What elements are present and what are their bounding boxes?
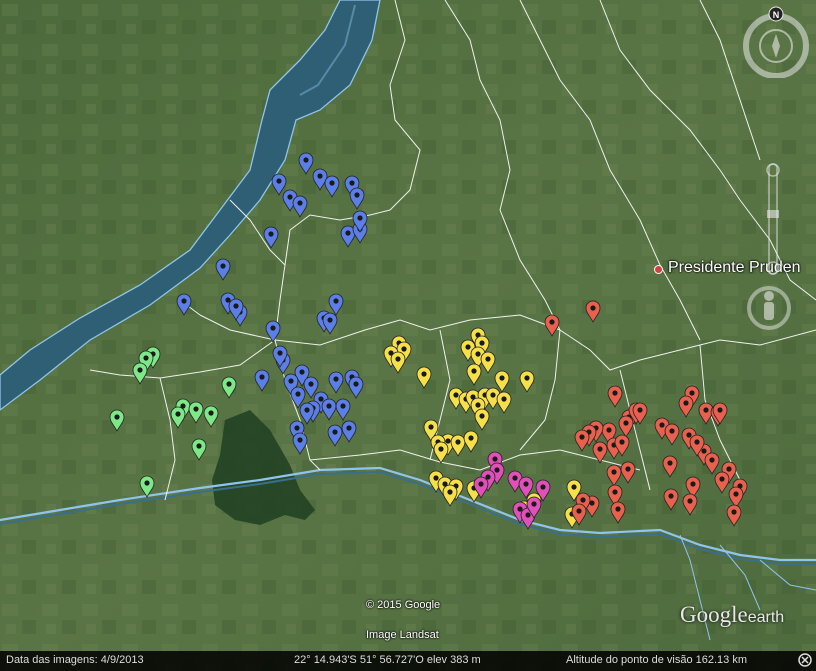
- compass-control[interactable]: N: [740, 6, 812, 78]
- imagery-date: Data das imagens: 4/9/2013: [6, 654, 144, 666]
- logo-google-text: Google: [680, 602, 748, 627]
- status-bar: Data das imagens: 4/9/2013 22° 14.943'S …: [0, 651, 816, 671]
- zoom-slider[interactable]: [761, 160, 785, 278]
- imagery-credit: Image Landsat: [366, 629, 439, 641]
- field-texture: [0, 0, 816, 671]
- satellite-map[interactable]: [0, 0, 816, 671]
- street-view-control[interactable]: [745, 278, 793, 348]
- google-earth-logo: Googleearth: [680, 602, 784, 628]
- north-label: N: [773, 10, 780, 20]
- city-dot: [654, 265, 663, 274]
- copyright-text: © 2015 Google: [366, 599, 441, 611]
- cursor-coordinates: 22° 14.943'S 51° 56.727'O elev 383 m: [294, 654, 481, 666]
- eye-altitude: Altitude do ponto de visão 162.13 km: [566, 654, 748, 666]
- logo-earth-text: earth: [747, 609, 785, 626]
- map-view[interactable]: Presidente Pruden © 2015 Google Image La…: [0, 0, 816, 671]
- status-icon: [798, 653, 812, 670]
